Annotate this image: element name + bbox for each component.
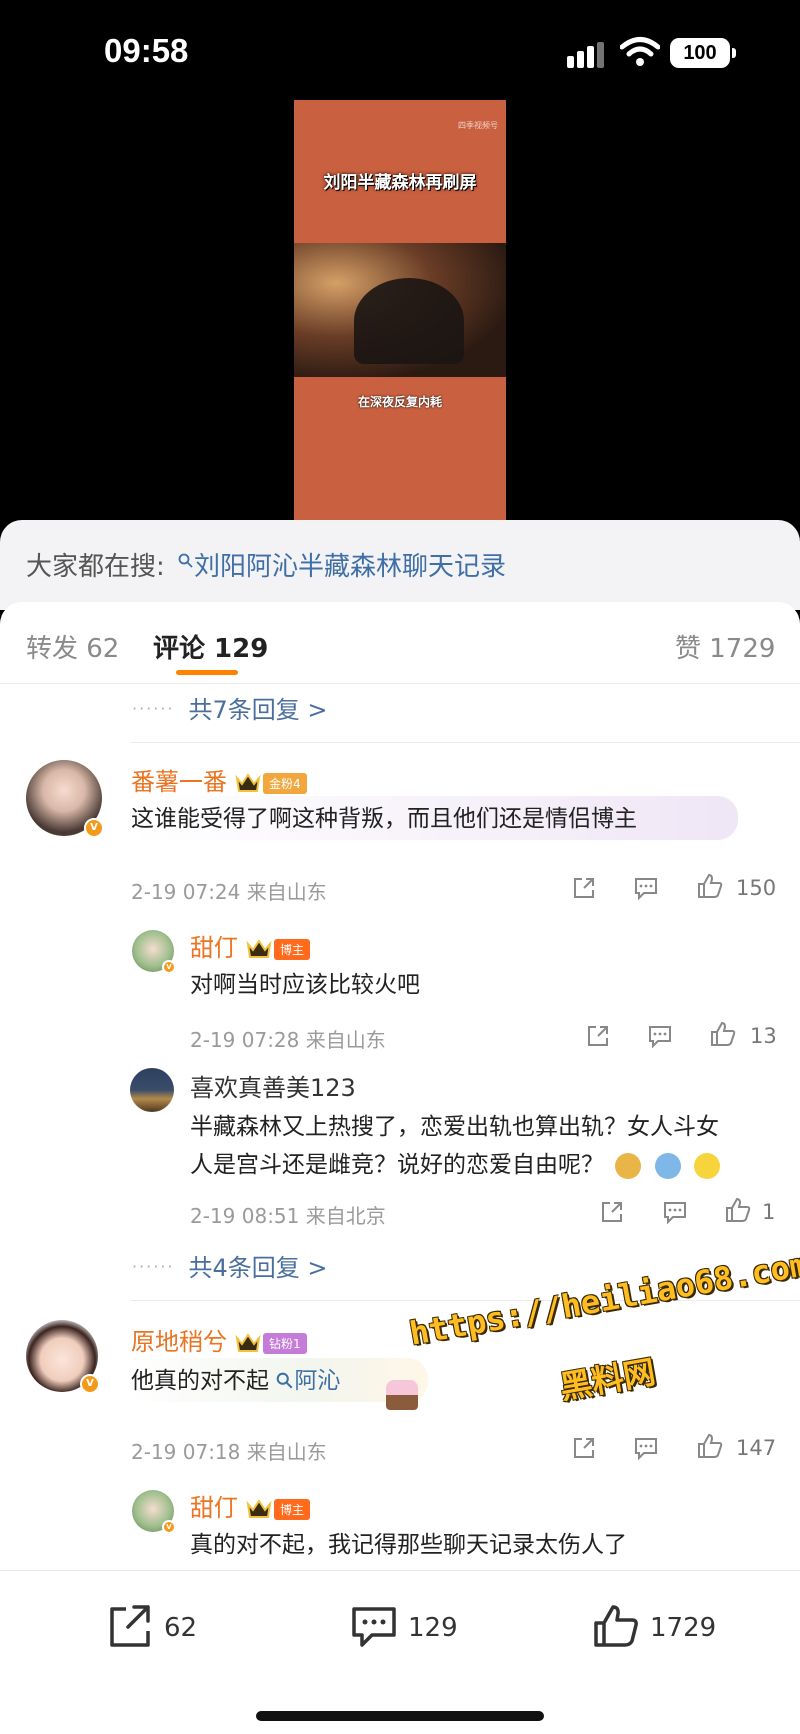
blogger-badge: 博主 — [274, 938, 311, 960]
repost-icon — [110, 1605, 150, 1647]
battery-icon: 100 — [670, 38, 736, 68]
reply-meta: 2-19 07:28 来自山东 — [190, 1028, 386, 1052]
like-count: 1 — [762, 1200, 776, 1224]
reply-icon[interactable] — [632, 874, 660, 902]
reply-text-line2: 人是宫斗还是雌竞？说好的恋爱自由呢？ — [190, 1146, 720, 1184]
comment-meta: 2-19 07:24 来自山东 — [131, 880, 327, 904]
author-name: 甜仃 — [190, 934, 238, 962]
like-count: 1729 — [650, 1613, 717, 1643]
like-count: 147 — [736, 1436, 777, 1460]
share-icon[interactable] — [570, 1434, 598, 1462]
reply-meta: 2-19 08:51 来自北京 — [190, 1204, 386, 1228]
video-logo: 四季视频号 — [458, 121, 498, 130]
verified-badge-icon: V — [162, 1520, 176, 1534]
trending-query-link[interactable]: 刘阳阿沁半藏森林聊天记录 — [178, 546, 506, 583]
search-icon — [276, 1372, 293, 1389]
fan-badge: 钻粉1 — [263, 1332, 307, 1354]
comments-panel: 转发 62 评论 129 赞 1729 ······ 共7条回复 > V 番薯一番… — [0, 602, 800, 1734]
like-icon — [594, 1605, 638, 1647]
comment-text: 他真的对不起 阿沁 — [131, 1362, 340, 1400]
share-icon[interactable] — [570, 874, 598, 902]
reply-icon[interactable] — [646, 1022, 674, 1050]
tab-repost[interactable]: 转发 62 — [26, 628, 119, 665]
crown-icon — [246, 1499, 272, 1518]
blogger-badge: 博主 — [274, 1498, 311, 1520]
more-replies-text: 共4条回复 > — [188, 1254, 328, 1282]
comment-author[interactable]: 番薯一番 金粉4 — [131, 762, 307, 797]
cellular-signal-icon — [567, 42, 607, 68]
reply-text-line2-content: 人是宫斗还是雌竞？说好的恋爱自由呢？ — [190, 1152, 604, 1178]
comment-text-content: 他真的对不起 — [131, 1368, 269, 1394]
reply-icon[interactable] — [661, 1198, 689, 1226]
avatar[interactable] — [130, 1068, 174, 1112]
avatar[interactable]: V — [26, 1320, 100, 1394]
thinking-emoji-icon — [693, 1152, 720, 1179]
trending-query-text: 刘阳阿沁半藏森林聊天记录 — [194, 552, 507, 582]
video-figure — [354, 278, 464, 364]
like-icon[interactable] — [696, 872, 724, 900]
author-name: 原地稍兮 — [131, 1328, 227, 1356]
avatar[interactable]: V — [132, 1490, 176, 1534]
like-icon[interactable] — [709, 1020, 737, 1048]
comment-meta: 2-19 07:18 来自山东 — [131, 1440, 327, 1464]
tab-likes[interactable]: 赞 1729 — [675, 628, 775, 665]
tab-comments[interactable]: 评论 129 — [153, 628, 268, 665]
crown-icon — [235, 773, 261, 792]
tab-indicator — [176, 670, 238, 675]
comment-icon — [352, 1607, 396, 1647]
search-icon — [178, 553, 193, 568]
repost-count: 62 — [164, 1613, 198, 1643]
avatar[interactable]: V — [26, 760, 104, 838]
reply-text: 真的对不起，我记得那些聊天记录太伤人了 — [190, 1532, 627, 1558]
crown-icon — [246, 939, 272, 958]
mention-link[interactable]: 阿沁 — [276, 1368, 340, 1394]
doge-emoji-icon — [615, 1152, 642, 1179]
bottom-action-bar: 62 129 1729 — [0, 1570, 800, 1734]
more-replies-link[interactable]: ······ 共7条回复 > — [132, 690, 328, 725]
home-indicator[interactable] — [256, 1711, 544, 1721]
like-icon[interactable] — [724, 1196, 752, 1224]
reply-author[interactable]: 甜仃 博主 — [190, 928, 311, 963]
mention-text: 阿沁 — [294, 1368, 341, 1394]
video-title: 刘阳半藏森林再刷屏 — [323, 173, 477, 193]
trending-search-strip: 大家都在搜: 刘阳阿沁半藏森林聊天记录 — [0, 520, 800, 610]
more-replies-text: 共7条回复 > — [188, 696, 328, 724]
divider — [130, 742, 800, 743]
status-bar: 09:58 100 — [0, 0, 800, 100]
reply-text: 对啊当时应该比较火吧 — [190, 972, 420, 998]
like-count: 13 — [750, 1024, 777, 1048]
like-icon[interactable] — [696, 1432, 724, 1460]
reply-author[interactable]: 喜欢真善美123 — [190, 1068, 356, 1103]
wifi-icon — [620, 37, 660, 66]
share-icon[interactable] — [584, 1022, 612, 1050]
verified-badge-icon: V — [84, 818, 104, 838]
comment-text: 这谁能受得了啊这种背叛，而且他们还是情侣博主 — [131, 806, 637, 832]
verified-badge-icon: V — [80, 1374, 100, 1394]
reply-icon[interactable] — [632, 1434, 660, 1462]
comment-count: 129 — [408, 1613, 458, 1643]
author-name: 喜欢真善美123 — [190, 1074, 356, 1102]
verified-badge-icon: V — [162, 960, 176, 974]
fan-badge: 金粉4 — [263, 772, 307, 794]
status-time: 09:58 — [104, 32, 189, 69]
tab-bar: 转发 62 评论 129 赞 1729 — [0, 602, 800, 684]
comment-author[interactable]: 原地稍兮 钻粉1 — [131, 1322, 307, 1357]
more-replies-link[interactable]: ······ 共4条回复 > — [132, 1248, 328, 1283]
trending-label: 大家都在搜: — [26, 552, 165, 582]
reply-text-line1: 半藏森林又上热搜了，恋爱出轨也算出轨？女人斗女 — [190, 1114, 719, 1140]
author-name: 甜仃 — [190, 1494, 238, 1522]
cake-sticker-icon — [386, 1380, 418, 1410]
avatar[interactable]: V — [132, 930, 176, 974]
reply-author[interactable]: 甜仃 博主 — [190, 1488, 311, 1523]
video-player[interactable]: 四季视频号 刘阳半藏森林再刷屏 在深夜反复内耗 — [294, 100, 506, 520]
shrug-emoji-icon — [654, 1152, 681, 1179]
video-subtitle: 在深夜反复内耗 — [357, 395, 442, 409]
crown-icon — [235, 1333, 261, 1352]
share-icon[interactable] — [598, 1198, 626, 1226]
like-count: 150 — [736, 876, 777, 900]
author-name: 番薯一番 — [131, 768, 227, 796]
